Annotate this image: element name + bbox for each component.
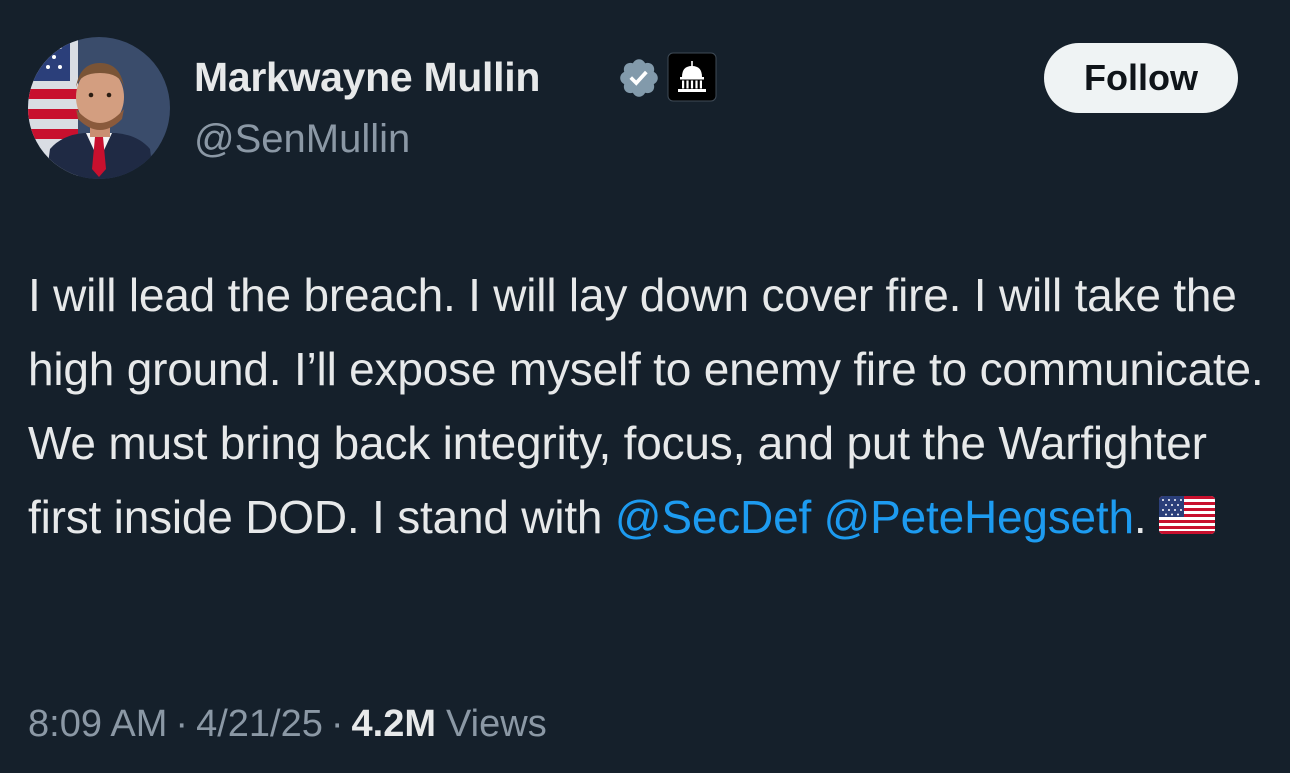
mention-petehegseth-link[interactable]: @PeteHegseth <box>824 491 1134 543</box>
author-avatar[interactable] <box>28 37 170 179</box>
avatar-portrait <box>28 37 170 179</box>
tweet-text-period: . <box>1133 491 1147 543</box>
verified-badge-icon <box>620 59 658 97</box>
views-count: 4.2M <box>351 703 437 745</box>
capitol-building-icon[interactable] <box>667 52 717 102</box>
author-display-name[interactable]: Markwayne Mullin <box>194 54 540 101</box>
follow-button[interactable]: Follow <box>1044 43 1238 113</box>
meta-separator: · <box>330 703 344 745</box>
tweet-text: I will lead the breach. I will lay down … <box>28 258 1268 554</box>
mention-secdef-link[interactable]: @SecDef <box>615 491 811 543</box>
tweet-meta: 8:09 AM · 4/21/25 · 4.2M Views <box>28 703 547 746</box>
meta-separator: · <box>175 703 189 745</box>
tweet-date[interactable]: 4/21/25 <box>196 703 323 745</box>
us-flag-emoji <box>1158 495 1215 534</box>
tweet-time[interactable]: 8:09 AM <box>28 703 167 745</box>
author-handle[interactable]: @SenMullin <box>194 117 410 162</box>
views-label: Views <box>446 703 547 745</box>
